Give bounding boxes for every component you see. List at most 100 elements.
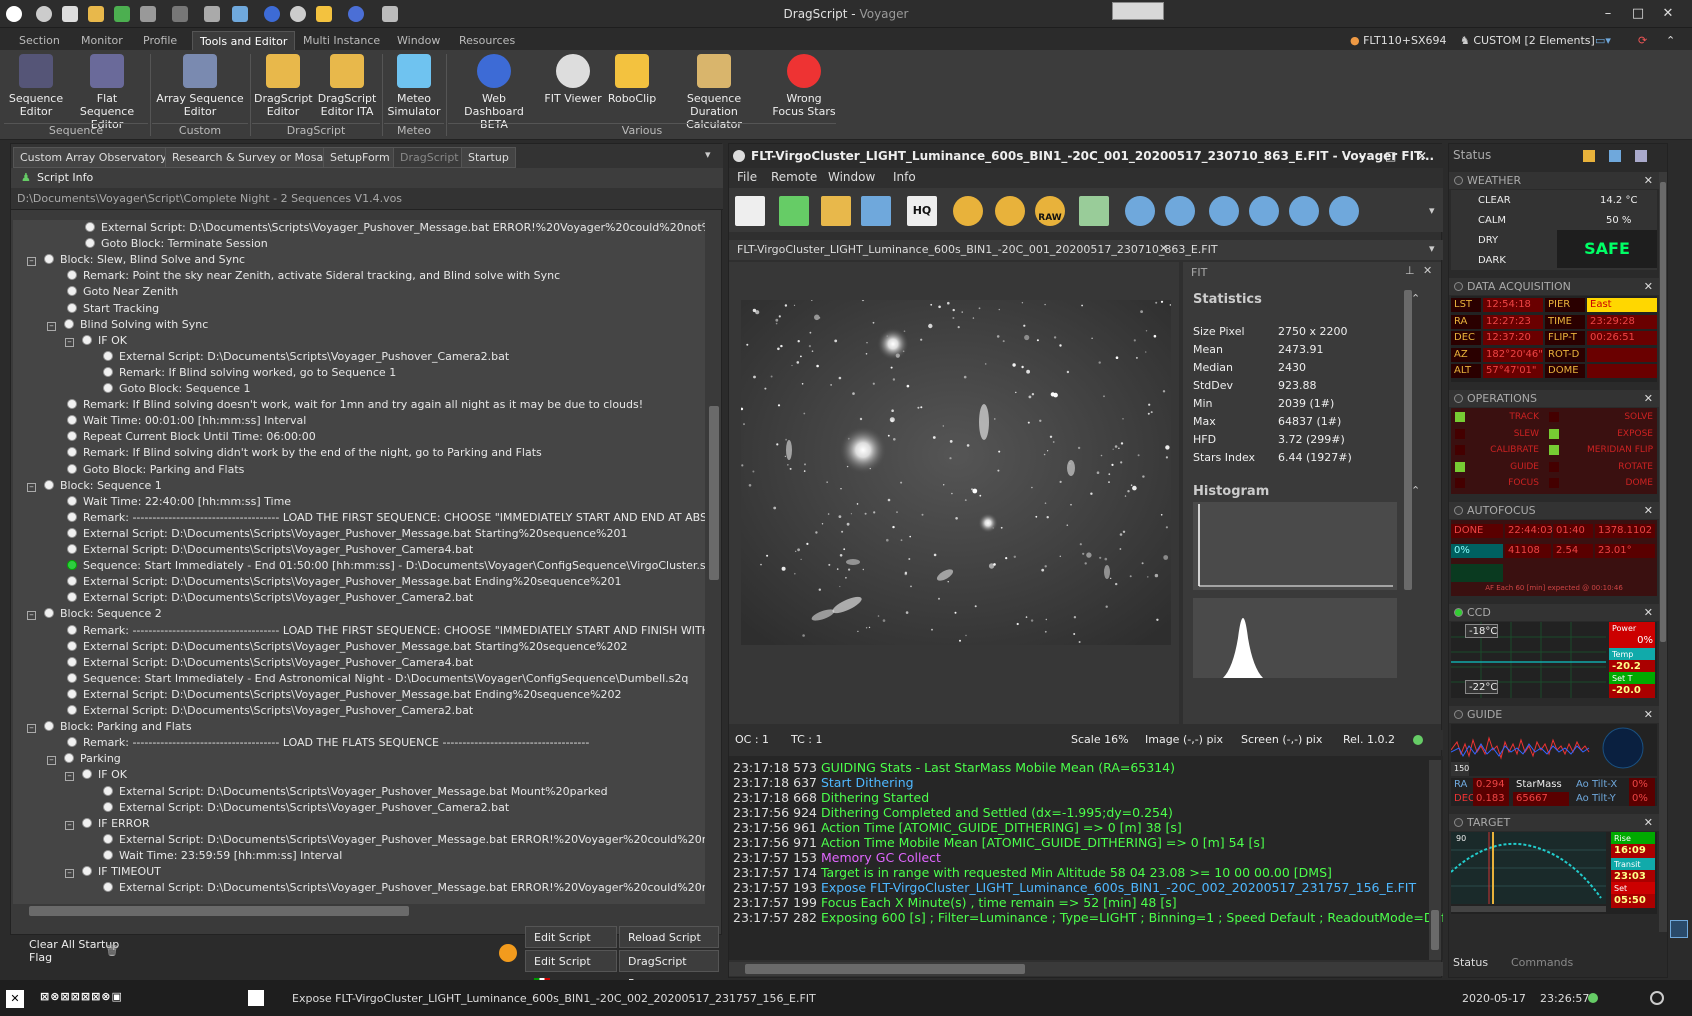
flat-sequence-editor-button[interactable]: Flat Sequence Editor: [68, 52, 146, 131]
tab-resources[interactable]: Resources: [452, 31, 522, 50]
tree-node[interactable]: Remark: --------------------------------…: [67, 623, 705, 639]
zoom-50-icon[interactable]: [1249, 196, 1279, 226]
fit-viewer-button[interactable]: FIT Viewer: [542, 52, 604, 105]
reload-script-button[interactable]: Reload Script ⟳: [619, 926, 719, 966]
statistics-title[interactable]: Statistics: [1193, 292, 1262, 307]
tree-node[interactable]: External Script: D:\Documents\Scripts\Vo…: [103, 349, 509, 365]
tree-node[interactable]: External Script: D:\Documents\Scripts\Vo…: [67, 542, 473, 558]
log-console[interactable]: 23:17:18 573 GUIDING Stats - Last StarMa…: [729, 756, 1443, 960]
tab-dropdown-icon[interactable]: ▾: [705, 148, 711, 161]
tree-node[interactable]: External Script: D:\Documents\Scripts\Vo…: [67, 639, 627, 655]
refresh-icon[interactable]: ⟳: [1638, 31, 1647, 50]
tree-node[interactable]: Start Tracking: [67, 301, 159, 317]
setup-indicator[interactable]: ● FLT110+SX694: [1350, 31, 1447, 50]
wrong-focus-stars-button[interactable]: Wrong Focus Stars: [770, 52, 838, 118]
tab-research-survey[interactable]: Research & Survey or Mosaic: [165, 147, 340, 168]
fit-menu-remote[interactable]: Remote: [771, 170, 817, 184]
histogram-log[interactable]: [1193, 598, 1397, 678]
tree-node[interactable]: Repeat Current Block Until Time: 06:00:0…: [67, 429, 316, 445]
zoom-in-icon[interactable]: [1165, 196, 1195, 226]
tree-node[interactable]: External Script: D:\Documents\Scripts\Vo…: [103, 800, 509, 816]
autofocus-close-icon[interactable]: ✕: [1644, 502, 1653, 519]
tree-node[interactable]: – Block: Parking and Flats: [27, 719, 192, 735]
guide-close-icon[interactable]: ✕: [1644, 706, 1653, 723]
tree-node[interactable]: – IF OK: [65, 333, 127, 349]
minimize-button[interactable]: –: [1594, 4, 1622, 24]
data-acquisition-close-icon[interactable]: ✕: [1644, 278, 1653, 295]
edit-script-it-button[interactable]: Edit Script: [525, 950, 617, 988]
tree-node[interactable]: – Block: Sequence 2: [27, 606, 162, 622]
fit-panel-pin-icon[interactable]: ⊥: [1405, 264, 1415, 277]
tree-expand-toggle[interactable]: –: [65, 337, 74, 347]
list-icon[interactable]: [735, 196, 765, 226]
tree-node[interactable]: Wait Time: 00:01:00 [hh:mm:ss] Interval: [67, 413, 306, 429]
tab-monitor[interactable]: Monitor: [74, 31, 130, 50]
tree-node[interactable]: External Script: D:\Documents\Scripts\Vo…: [103, 832, 705, 848]
stretch-icon[interactable]: [995, 196, 1025, 226]
commands-tab[interactable]: Commands: [1511, 956, 1573, 969]
close-button[interactable]: ✕: [1654, 4, 1682, 24]
tree-node[interactable]: External Script: D:\Documents\Scripts\Vo…: [67, 590, 473, 606]
tree-node[interactable]: – IF OK: [65, 767, 127, 783]
ccd-close-icon[interactable]: ✕: [1644, 604, 1653, 621]
tree-node[interactable]: External Script: D:\Documents\Scripts\Vo…: [85, 220, 705, 236]
tree-expand-toggle[interactable]: –: [65, 820, 74, 830]
tab-window[interactable]: Window: [390, 31, 447, 50]
fit-panel-close-icon[interactable]: ✕: [1423, 264, 1432, 277]
send-icon[interactable]: [779, 196, 809, 226]
log-scrollbar[interactable]: [1429, 760, 1441, 960]
tree-node[interactable]: Goto Near Zenith: [67, 284, 178, 300]
tree-node[interactable]: – IF TIMEOUT: [65, 864, 161, 880]
fit-maximize-button[interactable]: □: [1385, 144, 1396, 168]
tree-node[interactable]: Goto Block: Parking and Flats: [67, 462, 244, 478]
web-dashboard-button[interactable]: Web Dashboard BETA: [452, 52, 536, 131]
tab-profile[interactable]: Profile: [136, 31, 184, 50]
tree-node[interactable]: External Script: D:\Documents\Scripts\Vo…: [67, 526, 627, 542]
operations-close-icon[interactable]: ✕: [1644, 390, 1653, 407]
tree-node[interactable]: External Script: D:\Documents\Scripts\Vo…: [67, 574, 622, 590]
hq-button[interactable]: HQ: [907, 196, 937, 226]
export-icon[interactable]: [1079, 196, 1109, 226]
ccd-header[interactable]: CCD ✕: [1449, 604, 1659, 621]
tree-node[interactable]: Goto Block: Sequence 1: [103, 381, 251, 397]
tree-node[interactable]: Wait Time: 22:40:00 [hh:mm:ss] Time: [67, 494, 291, 510]
doc-tab-dropdown-icon[interactable]: ▾: [1429, 242, 1435, 255]
tree-expand-toggle[interactable]: –: [27, 724, 36, 734]
tab-tools-and-editor[interactable]: Tools and Editor: [192, 31, 296, 50]
status-panel-scrollbar[interactable]: [1659, 172, 1667, 932]
tree-expand-toggle[interactable]: –: [47, 756, 56, 766]
tab-custom-array-observatory[interactable]: Custom Array Observatory: [13, 147, 174, 168]
dragscript-editor-ita-button[interactable]: DragScript Editor ITA: [316, 52, 378, 118]
tree-node[interactable]: Sequence: Start Immediately - End Astron…: [67, 671, 688, 687]
array-sequence-editor-button[interactable]: Array Sequence Editor: [154, 52, 246, 118]
abort-icon[interactable]: ✕: [6, 990, 24, 1008]
operations-header[interactable]: OPERATIONS ✕: [1449, 390, 1659, 407]
tree-node[interactable]: Goto Block: Terminate Session: [85, 236, 268, 252]
maximize-button[interactable]: □: [1624, 4, 1652, 24]
tree-node[interactable]: External Script: D:\Documents\Scripts\Vo…: [67, 687, 622, 703]
tree-horizontal-scrollbar[interactable]: [13, 904, 707, 918]
histogram-linear[interactable]: [1193, 502, 1397, 590]
image-area[interactable]: [729, 262, 1179, 724]
tree-node[interactable]: Remark: --------------------------------…: [67, 510, 705, 526]
data-acquisition-header[interactable]: DATA ACQUISITION ✕: [1449, 278, 1659, 295]
weather-close-icon[interactable]: ✕: [1644, 172, 1653, 189]
zoom-100-icon[interactable]: [1329, 196, 1359, 226]
tab-startup[interactable]: Startup: [461, 147, 516, 168]
dragscript-editor-button[interactable]: DragScript Editor: [254, 52, 313, 118]
save-icon[interactable]: [861, 196, 891, 226]
status-toolbar-icon-1[interactable]: [1583, 150, 1595, 162]
histogram-title[interactable]: Histogram: [1193, 484, 1269, 499]
tree-node[interactable]: – Blind Solving with Sync: [47, 317, 208, 333]
tree-node[interactable]: External Script: D:\Documents\Scripts\Vo…: [103, 784, 608, 800]
roboclip-button[interactable]: RoboClip: [606, 52, 658, 105]
stretch-color-icon[interactable]: [953, 196, 983, 226]
tree-node[interactable]: External Script: D:\Documents\Scripts\Vo…: [67, 703, 473, 719]
dragscript-run-button[interactable]: DragScript Run ▶: [619, 950, 719, 990]
tab-setupform[interactable]: SetupForm: [323, 147, 397, 168]
astro-image[interactable]: [741, 300, 1171, 645]
doc-tab-close-icon[interactable]: ✕: [1159, 242, 1168, 255]
tree-node[interactable]: – Block: Sequence 1: [27, 478, 162, 494]
side-dock-icon[interactable]: [1670, 920, 1688, 938]
autofocus-header[interactable]: AUTOFOCUS ✕: [1449, 502, 1659, 519]
